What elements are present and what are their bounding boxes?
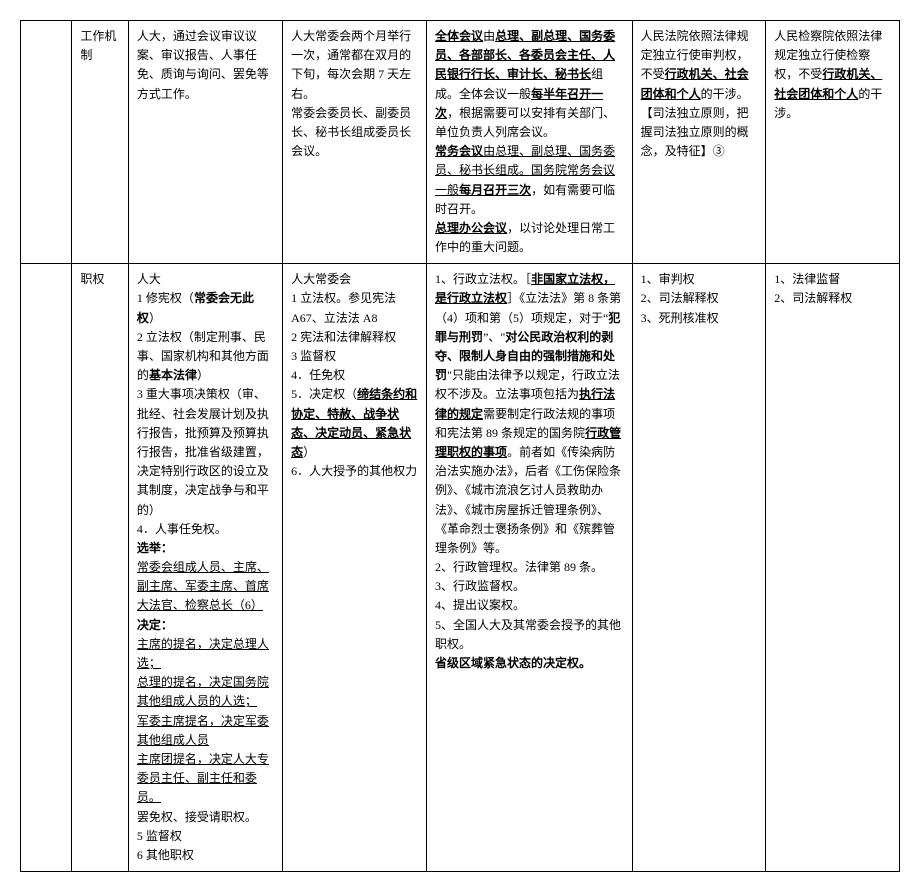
cell-npcsc: 人大常委会1 立法权。参见宪法 A67、立法法 A82 宪法和法律解释权3 监督… [283, 264, 427, 872]
cell-npc: 人大1 修宪权（常委会无此权）2 立法权（制定刑事、民事、国家机构和其他方面的基… [128, 264, 282, 872]
cell-court: 1、审判权2、司法解释权3、死刑核准权 [632, 264, 766, 872]
row-label: 职权 [72, 264, 129, 872]
row-spacer [21, 21, 72, 264]
table-row: 工作机制人大，通过会议审议议案、审议报告、人事任免、质询与询问、罢免等方式工作。… [21, 21, 900, 264]
cell-npc: 人大，通过会议审议议案、审议报告、人事任免、质询与询问、罢免等方式工作。 [128, 21, 282, 264]
cell-procuratorate: 人民检察院依照法律规定独立行使检察权，不受行政机关、社会团体和个人的干涉。 [766, 21, 900, 264]
cell-state-council: 全体会议由总理、副总理、国务委员、各部部长、各委员会主任、人民银行行长、审计长、… [427, 21, 633, 264]
cell-court: 人民法院依照法律规定独立行使审判权，不受行政机关、社会团体和个人的干涉。【司法独… [632, 21, 766, 264]
row-spacer [21, 264, 72, 872]
row-label: 工作机制 [72, 21, 129, 264]
cell-state-council: 1、行政立法权。［非国家立法权，是行政立法权］《立法法》第 8 条第（4）项和第… [427, 264, 633, 872]
table-row: 职权人大1 修宪权（常委会无此权）2 立法权（制定刑事、民事、国家机构和其他方面… [21, 264, 900, 872]
cell-npcsc: 人大常委会两个月举行一次，通常都在双月的下旬，每次会期 7 天左右。常委会委员长… [283, 21, 427, 264]
cell-procuratorate: 1、法律监督2、司法解释权 [766, 264, 900, 872]
comparison-table: 工作机制人大，通过会议审议议案、审议报告、人事任免、质询与询问、罢免等方式工作。… [20, 20, 900, 872]
